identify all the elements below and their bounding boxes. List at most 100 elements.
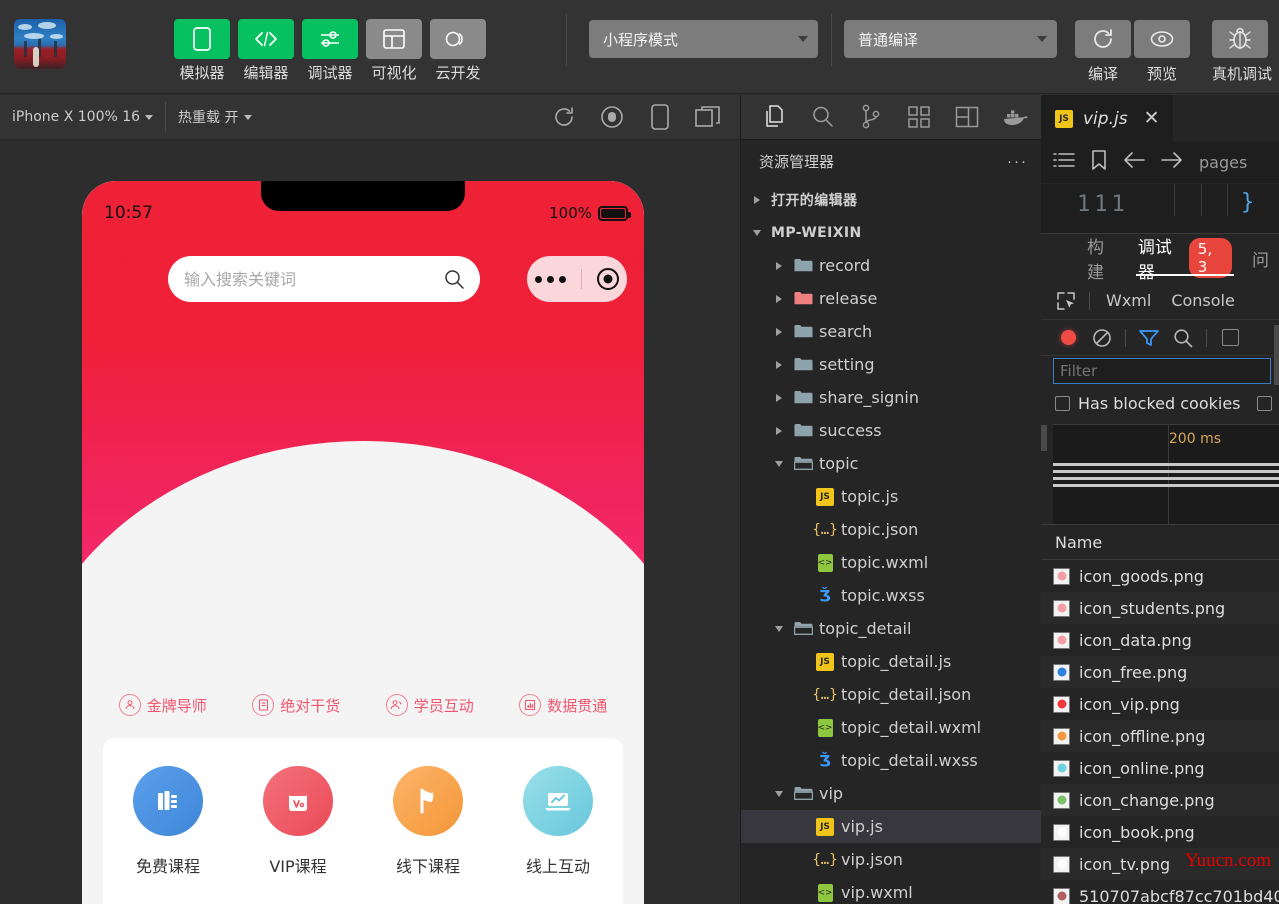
- blocked-requests-checkbox[interactable]: [1256, 395, 1272, 411]
- editor-code-area[interactable]: 111 }: [1041, 184, 1279, 234]
- tab-wxml[interactable]: Wxml: [1096, 291, 1161, 310]
- source-control-icon[interactable]: [847, 95, 895, 140]
- right-panel-scrollbar[interactable]: [1274, 325, 1279, 385]
- tree-item-topic[interactable]: topic: [741, 447, 1042, 480]
- network-row[interactable]: 510707abcf87cc701bd40: [1041, 880, 1279, 904]
- network-row[interactable]: icon_vip.png: [1041, 688, 1279, 720]
- breadcrumb[interactable]: pages: [1199, 153, 1247, 172]
- network-row[interactable]: icon_goods.png: [1041, 560, 1279, 592]
- tree-item-topic-js[interactable]: JS topic.js: [741, 480, 1042, 513]
- category-item-online[interactable]: 线上互动: [523, 766, 593, 877]
- compile-select[interactable]: 普通编译: [844, 20, 1057, 58]
- network-row[interactable]: icon_book.png: [1041, 816, 1279, 848]
- record-red-icon[interactable]: [1051, 320, 1085, 356]
- bookmark-icon[interactable]: [1091, 150, 1107, 175]
- tree-item-topic-detail-wxss[interactable]: Ǯtopic_detail.wxss: [741, 744, 1042, 777]
- search-icon[interactable]: [1166, 320, 1200, 356]
- tree-item-label: topic: [819, 454, 859, 473]
- split-icon[interactable]: [694, 103, 722, 131]
- tool-button-visualize[interactable]: [366, 19, 422, 59]
- tab-build[interactable]: 构建: [1077, 234, 1128, 283]
- network-row[interactable]: icon_online.png: [1041, 752, 1279, 784]
- close-icon[interactable]: ✕: [1144, 109, 1160, 128]
- inspect-icon[interactable]: [1049, 282, 1083, 320]
- network-row[interactable]: icon_offline.png: [1041, 720, 1279, 752]
- tree-item-release[interactable]: release: [741, 282, 1042, 315]
- editor-tab-vip-js[interactable]: JS vip.js ✕: [1041, 95, 1174, 142]
- tree-item-vip-js[interactable]: JS vip.js: [741, 810, 1042, 843]
- category-item-free[interactable]: 免费课程: [133, 766, 203, 877]
- network-row[interactable]: icon_students.png: [1041, 592, 1279, 624]
- tree-item-topic-json[interactable]: {…} topic.json: [741, 513, 1042, 546]
- timeline-scroll-handle[interactable]: [1041, 425, 1047, 451]
- network-filter-input[interactable]: [1053, 358, 1271, 384]
- tree-item-record[interactable]: record: [741, 249, 1042, 282]
- tool-button-simulator[interactable]: [174, 19, 230, 59]
- feature-badge-teacher[interactable]: 金牌导师: [118, 694, 207, 716]
- mode-select[interactable]: 小程序模式: [589, 20, 818, 58]
- real-device-debug-button[interactable]: [1212, 20, 1268, 58]
- compile-button[interactable]: [1075, 20, 1131, 58]
- search-icon[interactable]: [799, 95, 847, 140]
- network-row[interactable]: icon_data.png: [1041, 624, 1279, 656]
- wechat-capsule[interactable]: [527, 256, 627, 302]
- feature-badge-students[interactable]: 学员互动: [385, 694, 474, 716]
- search-input[interactable]: [184, 269, 444, 289]
- chevron-down-icon: [771, 790, 787, 797]
- search-box[interactable]: [168, 256, 480, 302]
- filter-icon[interactable]: [1132, 320, 1166, 356]
- tree-item-vip-json[interactable]: {…} vip.json: [741, 843, 1042, 876]
- tool-button-cloud[interactable]: [430, 19, 486, 59]
- network-row[interactable]: icon_tv.png: [1041, 848, 1279, 880]
- preserve-log-checkbox[interactable]: [1213, 320, 1247, 356]
- tool-button-editor[interactable]: [238, 19, 294, 59]
- network-row-name: icon_online.png: [1079, 758, 1205, 778]
- tree-item-topic-detail-js[interactable]: JS topic_detail.js: [741, 645, 1042, 678]
- network-row[interactable]: icon_change.png: [1041, 784, 1279, 816]
- tree-item-success[interactable]: success: [741, 414, 1042, 447]
- clear-icon[interactable]: [1085, 320, 1119, 356]
- category-item-offline[interactable]: 线下课程: [393, 766, 463, 877]
- feature-badge-document[interactable]: 绝对干货: [252, 694, 340, 716]
- layout-icon[interactable]: [943, 95, 991, 140]
- tree-item-topic-detail-json[interactable]: {…} topic_detail.json: [741, 678, 1042, 711]
- outline-icon[interactable]: [1053, 151, 1075, 174]
- phone-simulator-screen[interactable]: 10:57 100% 输入搜索关键词 金牌导师 绝对干货 学员互动 数据贯通 免…: [82, 181, 644, 904]
- tab-debugger[interactable]: 调试器 5, 3: [1128, 234, 1242, 283]
- docker-icon[interactable]: [991, 95, 1039, 140]
- files-icon[interactable]: [751, 95, 799, 140]
- search-icon[interactable]: [444, 269, 464, 289]
- students-icon: [385, 694, 408, 716]
- tree-item-topic-wxss[interactable]: Ǯtopic.wxss: [741, 579, 1042, 612]
- record-icon[interactable]: [598, 103, 626, 131]
- forward-arrow-icon[interactable]: [1161, 151, 1183, 174]
- tree-item-share-signin[interactable]: share_signin: [741, 381, 1042, 414]
- device-select[interactable]: iPhone X 100% 16: [0, 95, 165, 140]
- more-dots-icon[interactable]: [534, 275, 566, 283]
- tree-item-setting[interactable]: setting: [741, 348, 1042, 381]
- tree-section-mp-weixin[interactable]: MP-WEIXIN: [741, 216, 1042, 249]
- extensions-icon[interactable]: [895, 95, 943, 140]
- network-timeline[interactable]: 200 ms: [1041, 424, 1279, 524]
- category-item-vip[interactable]: VIP课程: [263, 766, 333, 877]
- tree-item-topic-wxml[interactable]: <> topic.wxml: [741, 546, 1042, 579]
- network-row[interactable]: icon_free.png: [1041, 656, 1279, 688]
- preview-button[interactable]: [1134, 20, 1190, 58]
- hot-reload-select[interactable]: 热重载 开: [166, 95, 263, 140]
- tab-questions[interactable]: 问: [1242, 234, 1279, 282]
- has-blocked-cookies-checkbox[interactable]: [1055, 395, 1070, 411]
- target-icon[interactable]: [597, 268, 620, 290]
- tree-item-topic-detail-wxml[interactable]: <> topic_detail.wxml: [741, 711, 1042, 744]
- tree-item-topic-detail[interactable]: topic_detail: [741, 612, 1042, 645]
- tree-item-search[interactable]: search: [741, 315, 1042, 348]
- phone-icon[interactable]: [646, 103, 674, 131]
- back-arrow-icon[interactable]: [1123, 151, 1145, 174]
- tab-console[interactable]: Console: [1161, 291, 1245, 310]
- refresh-icon[interactable]: [550, 103, 578, 131]
- explorer-more-icon[interactable]: ···: [1007, 153, 1028, 170]
- tree-item-vip-wxml[interactable]: <> vip.wxml: [741, 876, 1042, 904]
- tool-button-debugger[interactable]: [302, 19, 358, 59]
- tree-section-open-editors[interactable]: 打开的编辑器: [741, 183, 1042, 216]
- tree-item-vip[interactable]: vip: [741, 777, 1042, 810]
- feature-badge-data[interactable]: 数据贯通: [519, 694, 607, 716]
